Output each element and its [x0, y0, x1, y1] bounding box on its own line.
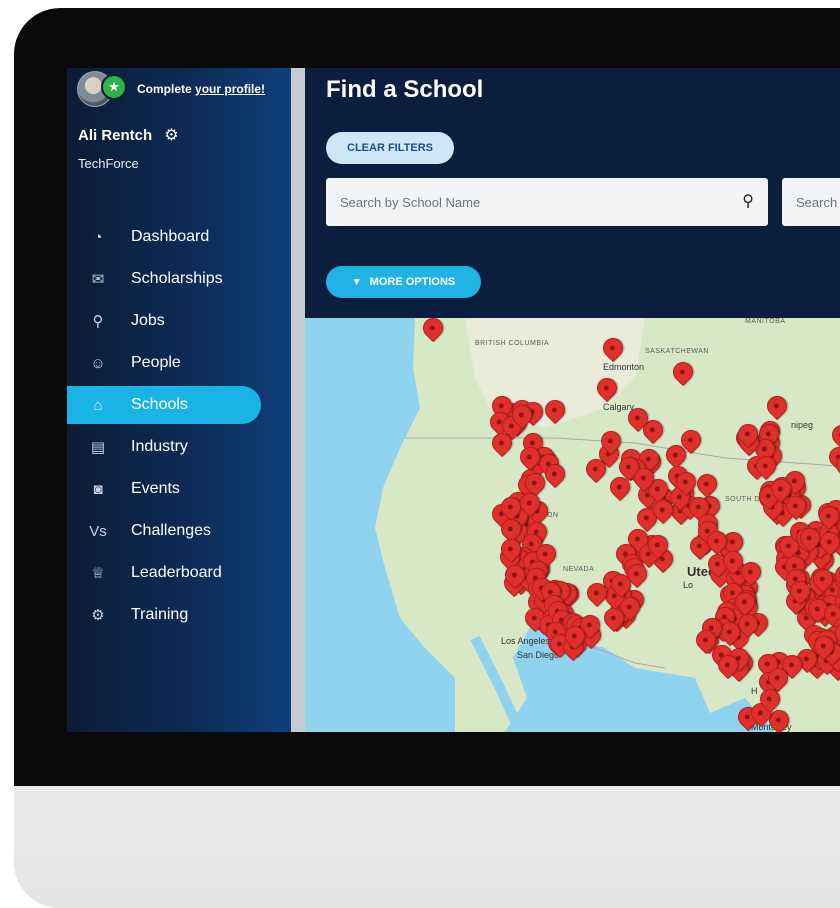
map-label-british-columbia: BRITISH COLUMBIA: [475, 340, 549, 347]
sidebar-nav: ◔ Dashboard ✉ Scholarships ⚲ Jobs ☺ Peop…: [67, 216, 291, 636]
map-label-edmonton: Edmonton: [603, 362, 644, 372]
events-icon: ◙: [85, 481, 111, 498]
training-icon: ⚙: [85, 606, 111, 624]
sidebar-item-label: Scholarships: [131, 270, 223, 288]
app-screen: ★ Complete your profile! Ali Rentch ⚙ Te…: [67, 68, 840, 732]
sidebar-item-label: Dashboard: [131, 228, 209, 246]
jobs-icon: ⚲: [85, 312, 111, 330]
location-search-input[interactable]: Search: [782, 178, 840, 226]
map-label-colorado-fragment: Lo: [683, 580, 693, 590]
sidebar-item-label: Leaderboard: [131, 564, 222, 582]
monitor-frame: ★ Complete your profile! Ali Rentch ⚙ Te…: [14, 8, 840, 908]
sidebar: ★ Complete your profile! Ali Rentch ⚙ Te…: [67, 68, 291, 732]
industry-icon: ▤: [85, 438, 111, 456]
search-icon[interactable]: ⚲: [742, 191, 754, 211]
sidebar-item-label: Events: [131, 480, 180, 498]
clear-filters-button[interactable]: CLEAR FILTERS: [326, 132, 454, 164]
sidebar-divider: [291, 68, 305, 732]
sidebar-item-training[interactable]: ⚙ Training: [67, 594, 291, 636]
complete-profile-prompt[interactable]: Complete your profile!: [137, 82, 265, 96]
more-options-button[interactable]: ▼ MORE OPTIONS: [326, 266, 481, 298]
sidebar-item-schools[interactable]: ⌂ Schools: [67, 386, 261, 424]
sidebar-item-label: People: [131, 354, 181, 372]
map-label-houston-fragment: H: [751, 686, 758, 696]
complete-profile-label: Complete: [137, 82, 192, 96]
school-search-placeholder: Search by School Name: [340, 195, 480, 210]
leaderboard-icon: ♕: [85, 564, 111, 582]
sidebar-item-label: Training: [131, 606, 188, 624]
profile-prompt-row[interactable]: ★ Complete your profile!: [77, 71, 265, 107]
school-name-search-input[interactable]: Search by School Name ⚲: [326, 178, 768, 226]
sidebar-item-label: Schools: [131, 396, 188, 414]
sidebar-item-scholarships[interactable]: ✉ Scholarships: [67, 258, 291, 300]
map-label-winnipeg: nipeg: [791, 420, 813, 430]
avatar[interactable]: ★: [77, 71, 113, 107]
sidebar-item-industry[interactable]: ▤ Industry: [67, 426, 291, 468]
filter-panel: Find a School CLEAR FILTERS Search by Sc…: [305, 68, 840, 318]
organization-name: TechForce: [78, 156, 139, 171]
sidebar-item-events[interactable]: ◙ Events: [67, 468, 291, 510]
gear-icon[interactable]: ⚙: [164, 125, 178, 145]
sidebar-item-challenges[interactable]: Vs Challenges: [67, 510, 291, 552]
sidebar-item-label: Industry: [131, 438, 188, 456]
map-label-saskatchewan: SASKATCHEWAN: [645, 348, 709, 355]
people-icon: ☺: [85, 355, 111, 372]
schools-icon: ⌂: [85, 397, 111, 414]
filter-icon: ▼: [352, 277, 362, 288]
challenges-icon: Vs: [85, 523, 111, 540]
sidebar-item-label: Challenges: [131, 522, 211, 540]
more-options-label: MORE OPTIONS: [370, 276, 456, 288]
map-label-los-angeles: Los Angeles: [501, 636, 550, 646]
sidebar-item-leaderboard[interactable]: ♕ Leaderboard: [67, 552, 291, 594]
username-label: Ali Rentch: [78, 127, 152, 144]
sidebar-item-jobs[interactable]: ⚲ Jobs: [67, 300, 291, 342]
sidebar-item-people[interactable]: ☺ People: [67, 342, 291, 384]
page-title: Find a School: [326, 76, 483, 104]
sidebar-item-dashboard[interactable]: ◔ Dashboard: [67, 216, 291, 258]
sidebar-item-label: Jobs: [131, 312, 165, 330]
dashboard-icon: ◔: [85, 229, 111, 246]
monitor-chin: [14, 786, 840, 908]
schools-map[interactable]: BRITISH COLUMBIA SASKATCHEWAN MANITOBA E…: [305, 318, 840, 732]
map-label-nevada: NEVADA: [563, 566, 594, 573]
your-profile-link[interactable]: your profile!: [195, 82, 265, 96]
star-icon: ★: [101, 74, 127, 100]
username: Ali Rentch ⚙: [78, 125, 179, 145]
map-label-manitoba: MANITOBA: [745, 318, 785, 325]
location-search-placeholder: Search: [796, 195, 837, 210]
scholarships-icon: ✉: [85, 270, 111, 288]
